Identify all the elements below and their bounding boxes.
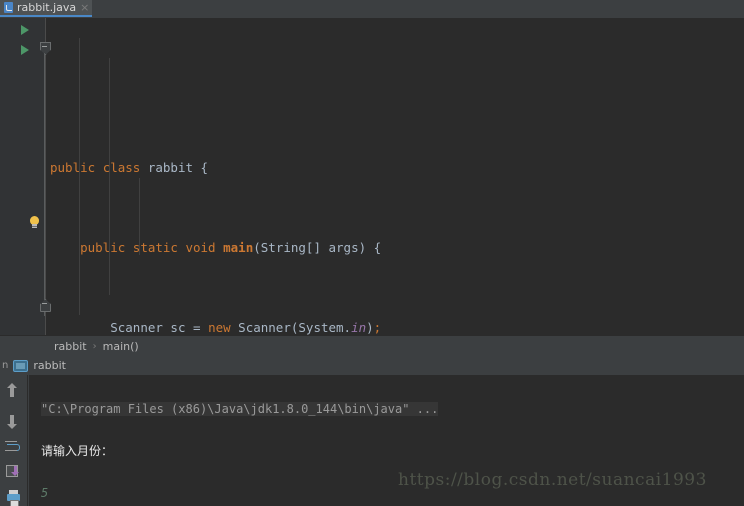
breadcrumb-item-class[interactable]: rabbit: [54, 340, 87, 353]
run-tool-window: n rabbit "C:\Program Files (x86)\Java\jd…: [0, 356, 744, 506]
console-line-command: "C:\Program Files (x86)\Java\jdk1.8.0_14…: [41, 399, 744, 420]
soft-wrap-icon[interactable]: [4, 438, 23, 455]
code-line: public static void main(String[] args) {: [80, 240, 382, 255]
run-method-icon[interactable]: [21, 45, 29, 55]
console-line-user-input: 5: [41, 486, 49, 500]
intention-bulb-icon[interactable]: [29, 216, 40, 229]
breadcrumb: rabbit › main(): [0, 335, 744, 356]
run-class-icon[interactable]: [21, 25, 29, 35]
run-window-header: n rabbit: [0, 356, 744, 375]
breadcrumb-separator: ›: [92, 340, 97, 352]
editor-tab-bar: rabbit.java ×: [0, 0, 744, 19]
run-window-edge-label: n: [2, 360, 9, 371]
intellij-idea-window: rabbit.java × public class rabbit {publ…: [0, 0, 744, 506]
editor-tab-rabbit-java[interactable]: rabbit.java ×: [0, 0, 92, 17]
fold-region-line: [44, 53, 45, 316]
editor-tab-label: rabbit.java: [17, 1, 77, 14]
editor-gutter[interactable]: [9, 18, 51, 335]
print-icon[interactable]: [5, 489, 23, 506]
code-content[interactable]: public class rabbit { public static void…: [46, 18, 744, 335]
console-line-prompt: 请输入月份：: [41, 444, 114, 458]
code-line: public class rabbit {: [50, 160, 209, 175]
indent-guide: [139, 178, 140, 255]
code-editor[interactable]: public class rabbit { public static void…: [0, 18, 744, 335]
console-icon[interactable]: [13, 359, 29, 372]
indent-guide: [79, 38, 80, 315]
close-icon[interactable]: ×: [80, 2, 89, 13]
java-file-icon: [4, 2, 13, 13]
console-output[interactable]: "C:\Program Files (x86)\Java\jdk1.8.0_14…: [29, 375, 744, 506]
editor-gutter-far: [0, 18, 9, 335]
code-line: Scanner sc = new Scanner(System.in);: [110, 320, 382, 335]
down-arrow-icon[interactable]: [5, 412, 23, 429]
console-command-text: "C:\Program Files (x86)\Java\jdk1.8.0_14…: [41, 402, 439, 416]
up-arrow-icon[interactable]: [5, 383, 23, 403]
breadcrumb-item-method[interactable]: main(): [103, 340, 139, 353]
run-window-toolbar: [0, 375, 28, 506]
indent-guide: [109, 58, 110, 295]
export-icon[interactable]: [5, 463, 23, 480]
run-config-tab-label[interactable]: rabbit: [33, 359, 66, 372]
